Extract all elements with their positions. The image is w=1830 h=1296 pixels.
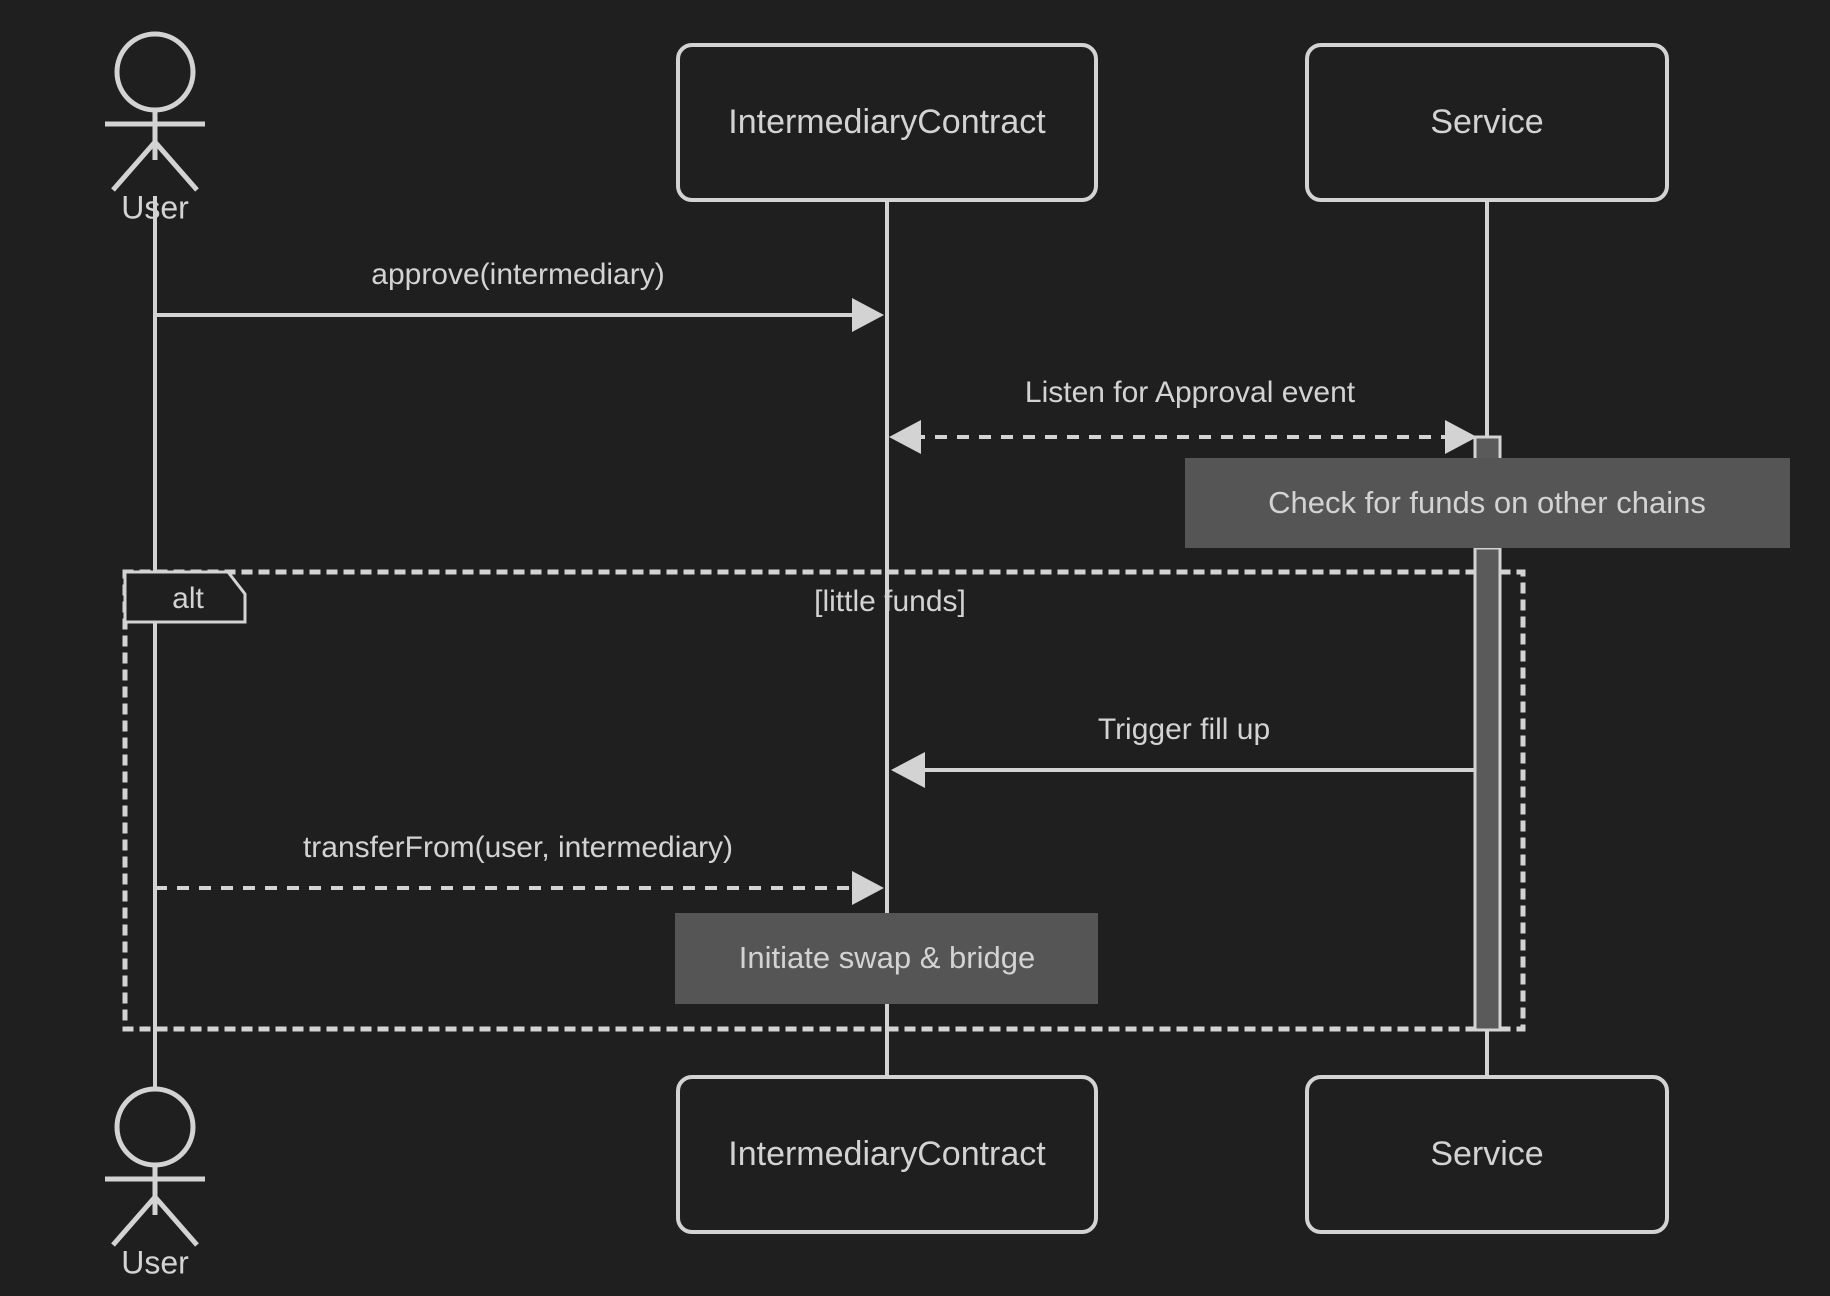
activation-service-main [1473,546,1502,1032]
actor-user-top[interactable]: User [105,31,205,225]
message-label-approve-intermediary: approve(intermediary) [371,258,664,291]
actor-leg-left-bottom [111,1195,157,1247]
fragment-alt-operator: alt [172,582,204,615]
diagram-svg: IntermediaryContract Service User Interm… [105,31,1790,1280]
actor-leg-right-top [153,140,199,192]
arrowhead-left-listen-approval [889,420,921,454]
note-initiate-swap-bridge[interactable]: Initiate swap & bridge [675,913,1098,1004]
note-text-check-funds: Check for funds on other chains [1268,485,1706,520]
participant-label-service-bottom: Service [1430,1135,1543,1173]
message-label-trigger-fill-up: Trigger fill up [1098,713,1270,746]
sequence-diagram-canvas: IntermediaryContract Service User Interm… [0,0,1830,1296]
arrowhead-left-trigger-fill-up [891,752,925,788]
participant-header-intermediary[interactable]: IntermediaryContract [676,43,1098,202]
arrowhead-right-transfer-from [852,871,884,905]
note-check-funds[interactable]: Check for funds on other chains [1185,458,1790,548]
participant-header-service[interactable]: Service [1305,43,1669,202]
participant-footer-service[interactable]: Service [1305,1075,1669,1234]
message-listen-approval-event[interactable]: Listen for Approval event [889,376,1477,454]
arrowhead-right-listen-approval [1445,420,1477,454]
actor-leg-left-top [111,140,157,192]
actor-leg-right-bottom [153,1195,199,1247]
actor-label-user-bottom: User [121,1244,189,1280]
participant-footer-intermediary[interactable]: IntermediaryContract [676,1075,1098,1234]
participant-label-service: Service [1430,103,1543,141]
message-label-transfer-from: transferFrom(user, intermediary) [303,831,733,864]
actor-label-user-top: User [121,189,189,225]
actor-head-icon-top [114,31,196,113]
fragment-alt-condition: [little funds] [814,585,966,618]
arrowhead-right-approve [852,298,884,332]
actor-head-icon-bottom [114,1086,196,1168]
participant-label-intermediary-bottom: IntermediaryContract [728,1135,1046,1173]
message-label-listen-approval-event: Listen for Approval event [1025,376,1356,409]
message-trigger-fill-up[interactable]: Trigger fill up [891,713,1475,788]
message-approve-intermediary[interactable]: approve(intermediary) [155,258,884,332]
actor-user-bottom[interactable]: User [105,1086,205,1280]
message-transfer-from[interactable]: transferFrom(user, intermediary) [155,831,884,905]
participant-label-intermediary: IntermediaryContract [728,103,1046,141]
activation-service-start [1473,435,1502,463]
note-text-initiate-swap-bridge: Initiate swap & bridge [739,940,1035,975]
